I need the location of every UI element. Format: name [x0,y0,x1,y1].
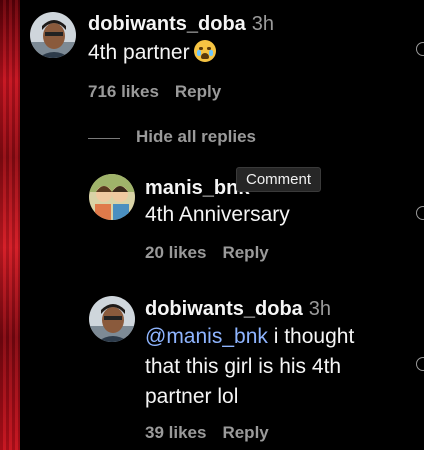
mention-link[interactable]: @manis_bnk [145,325,268,348]
divider [88,138,120,139]
like-heart-icon[interactable] [416,357,424,371]
hide-replies-label[interactable]: Hide all replies [136,127,256,147]
comment-username[interactable]: manis_bnk [145,177,249,200]
avatar[interactable] [89,296,135,342]
comment-text: 4th Anniversary [145,203,290,226]
reply-button[interactable]: Reply [222,243,268,262]
reply-button[interactable]: Reply [222,423,268,442]
comment-username[interactable]: dobiwants_doba 3h [145,298,331,321]
comment-meta: 20 likes Reply [145,243,285,263]
tooltip: Comment [236,167,322,192]
comment-time: 3h [308,298,332,320]
comment-meta: 39 likes Reply [145,423,285,443]
like-heart-icon[interactable] [416,206,424,220]
like-heart-icon[interactable] [416,42,424,56]
like-count[interactable]: 39 likes [145,423,206,442]
comment-meta: 716 likes Reply [88,82,237,102]
comment-text: 4th partner [88,38,216,68]
like-count[interactable]: 20 likes [145,243,206,262]
loudly-crying-face-icon [193,40,216,62]
background-video-strip [0,0,20,450]
comment-username[interactable]: dobiwants_doba 3h [88,13,274,36]
like-count[interactable]: 716 likes [88,82,159,101]
reply-button[interactable]: Reply [175,82,221,101]
avatar[interactable] [30,12,76,58]
comment-text: @manis_bnk i thought that this girl is h… [145,325,355,408]
comment-time: 3h [251,13,275,35]
avatar[interactable] [89,174,135,220]
